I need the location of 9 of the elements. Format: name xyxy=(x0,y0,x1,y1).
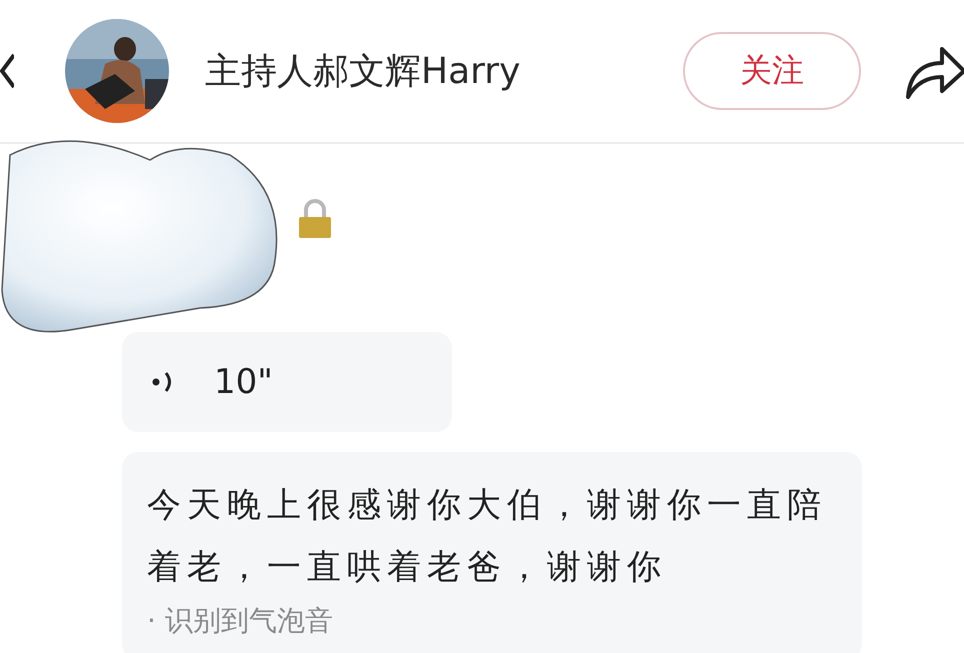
lock-icon xyxy=(298,199,332,239)
transcript-text: 今天晚上很感谢你大伯，谢谢你一直陪着老，一直哄着老爸，谢谢你 xyxy=(147,484,828,589)
voice-message[interactable]: 10" xyxy=(122,332,452,432)
user-name: 主持人郝文辉Harry xyxy=(205,50,520,94)
follow-button[interactable]: 关注 xyxy=(683,32,861,110)
transcript-note: · 识别到气泡音 xyxy=(147,603,333,639)
voice-duration: 10" xyxy=(214,362,273,402)
back-icon[interactable] xyxy=(0,51,14,91)
sound-wave-icon xyxy=(152,370,174,394)
